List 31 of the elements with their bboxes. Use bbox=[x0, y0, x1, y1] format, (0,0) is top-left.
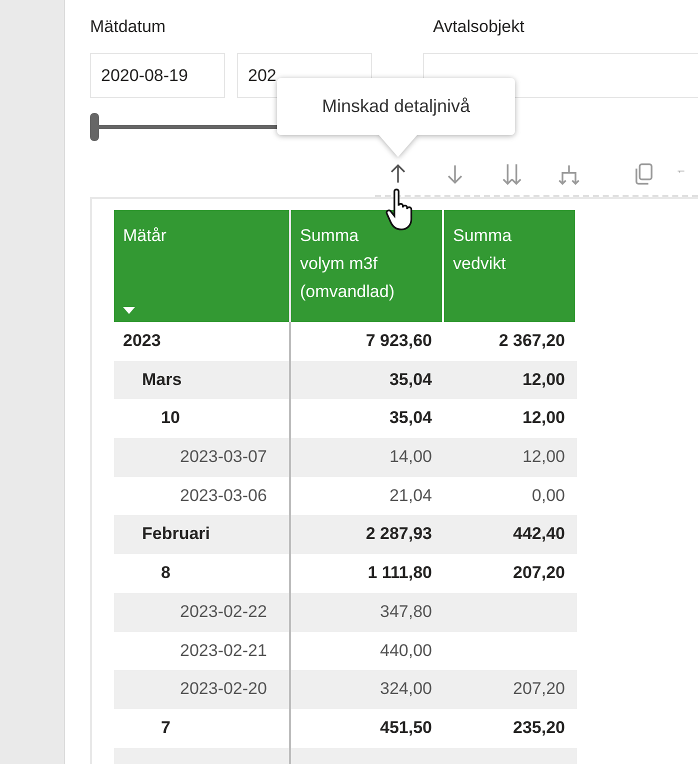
table-cell-text: 440,00 bbox=[379, 640, 433, 662]
field-label: Mätdatum bbox=[90, 16, 166, 38]
row-label[interactable]: Mars bbox=[114, 360, 291, 400]
table-cell-text: 21,04 bbox=[388, 484, 433, 507]
table-cell-text: 235,20 bbox=[512, 716, 566, 739]
table-cell: 442,40 bbox=[444, 515, 577, 554]
row-label[interactable]: Februari bbox=[114, 515, 291, 554]
table-cell: 12,00 bbox=[444, 360, 577, 400]
row-label[interactable]: 2023-02-20 bbox=[114, 670, 291, 709]
column-header[interactable]: Summa vedvikt bbox=[444, 210, 577, 322]
table-cell-text: 35,04 bbox=[388, 407, 433, 430]
table-cell: 12,00 bbox=[444, 438, 577, 477]
table-cell-text: 1 111,80 bbox=[366, 562, 433, 584]
row-label[interactable]: 2023-02-22 bbox=[114, 592, 291, 632]
table-cell: 2 287,93 bbox=[291, 515, 444, 554]
column-header[interactable]: Mätår bbox=[114, 210, 291, 322]
table-cell-text: 0,00 bbox=[530, 484, 566, 507]
table-cell-text: 12,00 bbox=[521, 407, 566, 430]
date-field[interactable]: 2020-08-19 bbox=[90, 53, 225, 98]
table-cell: 207,20 bbox=[444, 670, 577, 709]
table-cell-text: 451,50 bbox=[379, 716, 433, 739]
table-cell-text: 2 367,20 bbox=[498, 330, 566, 352]
table-cell: 35,04 bbox=[291, 360, 444, 400]
table-cell-text: 207,20 bbox=[512, 562, 566, 584]
table-cell: 324,00 bbox=[291, 670, 444, 709]
column-header[interactable]: Summa volym m3f (omvandlad) bbox=[291, 210, 444, 322]
table-cell: 347,80 bbox=[291, 592, 444, 632]
field-label: Avtalsobjekt bbox=[433, 16, 524, 38]
table-cell: 14,00 bbox=[291, 438, 444, 477]
row-label[interactable]: 2023-03-07 bbox=[114, 438, 291, 477]
table-cell-text: 7 923,60 bbox=[364, 330, 433, 352]
